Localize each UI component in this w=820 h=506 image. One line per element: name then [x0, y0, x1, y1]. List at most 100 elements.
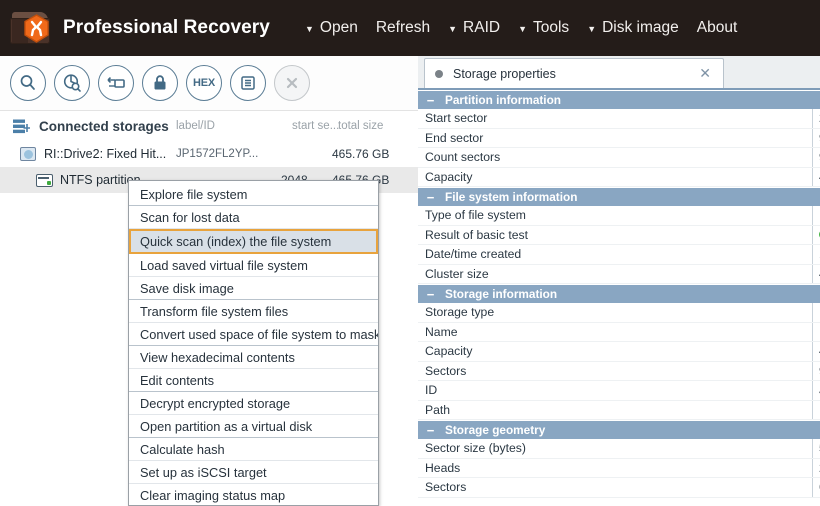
- context-menu-item-calculate-hash[interactable]: Calculate hash: [129, 438, 378, 461]
- property-key: Sectors: [425, 480, 467, 495]
- section-title: File system information: [445, 190, 578, 204]
- menu-item-label: Disk image: [602, 19, 679, 36]
- context-menu-item-explore-file-system[interactable]: Explore file system: [129, 183, 378, 206]
- find-storage-icon[interactable]: [10, 65, 46, 101]
- properties-list: − Partition information Start sector 2 E…: [418, 90, 820, 506]
- context-menu-item-clear-imaging-status-map[interactable]: Clear imaging status map: [129, 484, 378, 505]
- menu-item-open[interactable]: ▼ Open: [296, 15, 367, 41]
- property-key: Start sector: [425, 111, 488, 126]
- collapse-icon[interactable]: −: [425, 288, 436, 301]
- unlock-encrypted-icon[interactable]: [142, 65, 178, 101]
- section-title: Partition information: [445, 93, 561, 107]
- chevron-down-icon: ▼: [518, 23, 527, 34]
- context-menu-item-open-as-virtual-disk[interactable]: Open partition as a virtual disk: [129, 415, 378, 438]
- partition-icon: [36, 173, 53, 187]
- storage-properties-panel: Storage properties ✕ − Partition informa…: [418, 56, 820, 506]
- section-title: Storage information: [445, 287, 558, 301]
- property-key: Result of basic test: [425, 227, 528, 242]
- menu-item-about[interactable]: About: [688, 15, 747, 41]
- app-logo-icon: [10, 10, 52, 46]
- property-row-end-sector: End sector 9: [418, 128, 820, 148]
- property-value: J: [812, 381, 820, 400]
- properties-list-icon[interactable]: [230, 65, 266, 101]
- collapse-icon[interactable]: −: [425, 424, 436, 437]
- chevron-down-icon: ▼: [587, 23, 597, 34]
- context-menu-item-quick-scan-index[interactable]: Quick scan (index) the file system: [129, 229, 378, 254]
- menu-item-disk-image[interactable]: ▼ Disk image: [578, 15, 688, 41]
- context-menu-item-convert-used-space-to-mask[interactable]: Convert used space of file system to mas…: [129, 323, 378, 346]
- property-value: 4: [812, 264, 820, 283]
- property-row-geometry-sectors: Sectors 6: [418, 478, 820, 498]
- property-row-start-sector: Start sector 2: [418, 109, 820, 129]
- menu-bar: ▼ Open Refresh ▼ RAID ▼ Tools ▼ Disk ima…: [296, 15, 746, 41]
- property-key: Name: [425, 324, 458, 339]
- column-header-label-id[interactable]: label/ID: [176, 120, 215, 132]
- tab-label: Storage properties: [453, 66, 556, 81]
- hex-viewer-icon[interactable]: HEX: [186, 65, 222, 101]
- application-window: Professional Recovery ▼ Open Refresh ▼ R…: [0, 0, 820, 506]
- property-value: 5: [812, 439, 820, 458]
- context-menu-item-scan-for-lost-data[interactable]: Scan for lost data: [129, 206, 378, 229]
- context-menu-item-transform-fs-files[interactable]: Transform file system files: [129, 300, 378, 323]
- property-key: Path: [425, 402, 451, 417]
- storage-total-size: 465.76 GB: [332, 147, 390, 161]
- property-row-id: ID J: [418, 381, 820, 401]
- menu-item-tools[interactable]: ▼ Tools: [509, 15, 578, 41]
- section-header-partition-information[interactable]: − Partition information: [418, 90, 820, 109]
- transform-storage-icon[interactable]: [98, 65, 134, 101]
- context-menu: Explore file system Scan for lost data Q…: [128, 180, 379, 506]
- tab-strip: Storage properties ✕: [418, 56, 820, 90]
- property-value: 1: [812, 245, 820, 264]
- menu-item-label: Refresh: [375, 19, 431, 36]
- chevron-down-icon: ▼: [304, 23, 314, 34]
- property-value: 9: [812, 128, 820, 147]
- property-row-path: Path D: [418, 400, 820, 420]
- property-row-sector-size-bytes: Sector size (bytes) 5: [418, 439, 820, 459]
- property-value: R: [812, 322, 820, 341]
- property-key: Capacity: [425, 169, 473, 184]
- context-menu-item-save-disk-image[interactable]: Save disk image: [129, 277, 378, 300]
- property-key: Sectors: [425, 363, 467, 378]
- storage-name: RI::Drive2: Fixed Hit...: [44, 147, 167, 161]
- context-menu-item-setup-iscsi-target[interactable]: Set up as iSCSI target: [129, 461, 378, 484]
- chevron-down-icon: ▼: [448, 23, 458, 34]
- menu-item-label: Open: [319, 19, 358, 36]
- collapse-icon[interactable]: −: [425, 191, 436, 204]
- context-menu-item-decrypt-encrypted-storage[interactable]: Decrypt encrypted storage: [129, 392, 378, 415]
- property-row-date-time-created: Date/time created 1: [418, 245, 820, 265]
- property-key: Heads: [425, 460, 461, 475]
- column-header-total-size[interactable]: total size: [338, 120, 383, 132]
- disk-icon: [20, 147, 36, 161]
- property-key: Count sectors: [425, 150, 501, 165]
- section-header-storage-geometry[interactable]: − Storage geometry: [418, 420, 820, 439]
- tab-storage-properties[interactable]: Storage properties ✕: [424, 58, 724, 88]
- context-menu-item-load-saved-vfs[interactable]: Load saved virtual file system: [129, 254, 378, 277]
- menu-item-refresh[interactable]: Refresh: [367, 15, 439, 41]
- property-row-storage-sectors: Sectors 9: [418, 361, 820, 381]
- section-header-file-system-information[interactable]: − File system information: [418, 187, 820, 206]
- property-row-storage-capacity: Capacity 4: [418, 342, 820, 362]
- property-value: 2: [812, 458, 820, 477]
- main-toolbar: HEX: [0, 56, 418, 111]
- menu-item-raid[interactable]: ▼ RAID: [439, 15, 509, 41]
- disk-scan-icon[interactable]: [54, 65, 90, 101]
- property-key: Type of file system: [425, 208, 526, 223]
- property-value: 9: [812, 361, 820, 380]
- column-header-start-sector[interactable]: start se...: [292, 120, 339, 132]
- context-menu-item-view-hex-contents[interactable]: View hexadecimal contents: [129, 346, 378, 369]
- property-row-type-of-file-system: Type of file system N: [418, 206, 820, 226]
- property-value: D: [812, 400, 820, 419]
- context-menu-item-edit-contents[interactable]: Edit contents: [129, 369, 378, 392]
- property-key: Capacity: [425, 344, 473, 359]
- property-row-count-sectors: Count sectors 9: [418, 148, 820, 168]
- table-row[interactable]: RI::Drive2: Fixed Hit... JP1572FL2YP... …: [0, 141, 418, 167]
- collapse-icon[interactable]: −: [425, 94, 436, 107]
- property-key: Storage type: [425, 305, 495, 320]
- close-storage-icon[interactable]: [274, 65, 310, 101]
- property-key: ID: [425, 383, 438, 398]
- section-header-storage-information[interactable]: − Storage information: [418, 284, 820, 303]
- tab-status-dot-icon: [435, 69, 443, 78]
- property-value: [812, 225, 820, 244]
- close-icon[interactable]: ✕: [695, 65, 715, 82]
- hex-label: HEX: [192, 77, 216, 89]
